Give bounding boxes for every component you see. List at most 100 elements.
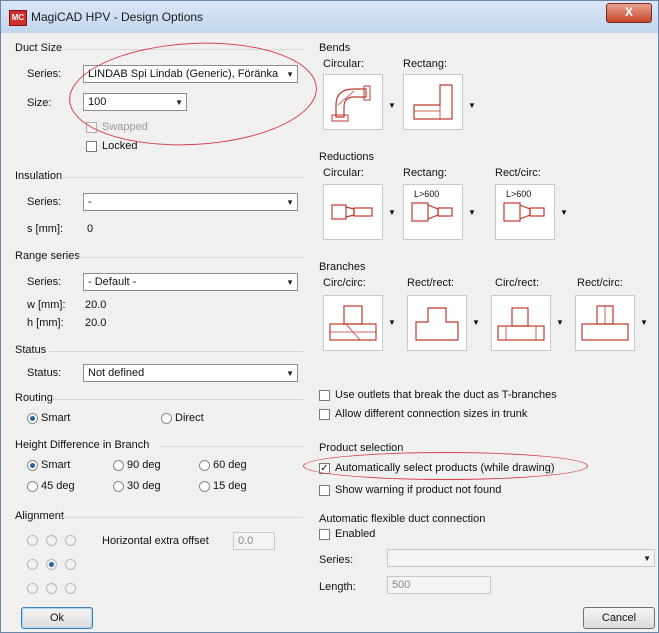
bend-rectang-button[interactable]	[403, 74, 463, 130]
chevron-down-icon[interactable]: ▼	[388, 101, 396, 110]
window-title: MagiCAD HPV - Design Options	[31, 10, 204, 24]
height-60-label: 60 deg	[213, 459, 247, 471]
annotation-oval	[303, 452, 588, 480]
height-90-radio[interactable]	[113, 460, 124, 471]
height-60-radio[interactable]	[199, 460, 210, 471]
locked-checkbox[interactable]	[86, 141, 97, 152]
insulation-series-label: Series:	[27, 196, 62, 208]
rect-bend-icon	[413, 84, 453, 120]
range-series-select[interactable]: - Default - ▼	[83, 273, 298, 291]
horizontal-offset-label: Horizontal extra offset	[102, 535, 209, 547]
allow-sizes-checkbox[interactable]	[319, 409, 330, 420]
align-top-right-radio[interactable]	[65, 535, 76, 546]
bends-rectang-label: Rectang:	[403, 58, 448, 70]
chevron-down-icon[interactable]: ▼	[472, 318, 480, 327]
reduction-rectang-button[interactable]: L>600	[403, 184, 463, 240]
flex-series-select[interactable]: ▼	[387, 549, 655, 567]
chevron-down-icon[interactable]: ▼	[556, 318, 564, 327]
range-series-heading: Range series	[15, 250, 80, 262]
routing-direct-radio[interactable]	[161, 413, 172, 424]
reduction-circular-button[interactable]	[323, 184, 383, 240]
duct-size-heading: Duct Size	[15, 42, 63, 54]
flex-enabled-checkbox[interactable]	[319, 529, 330, 540]
align-mid-left-radio[interactable]	[27, 559, 38, 570]
circular-bend-icon	[331, 85, 371, 122]
chevron-down-icon[interactable]: ▼	[560, 208, 568, 217]
range-h-label: h [mm]:	[27, 317, 64, 329]
bends-circular-label: Circular:	[323, 58, 364, 70]
range-h-value: 20.0	[85, 317, 107, 329]
insulation-heading: Insulation	[15, 170, 63, 182]
branch-circrect-button[interactable]	[491, 295, 551, 351]
chevron-down-icon: ▼	[643, 554, 651, 563]
show-warning-checkbox[interactable]	[319, 485, 330, 496]
title-bar: MC MagiCAD HPV - Design Options X	[1, 1, 658, 33]
height-45-radio[interactable]	[27, 481, 38, 492]
align-bottom-left-radio[interactable]	[27, 583, 38, 594]
flex-length-input[interactable]: 500	[387, 576, 491, 594]
align-bottom-center-radio[interactable]	[46, 583, 57, 594]
chevron-down-icon[interactable]: ▼	[468, 101, 476, 110]
height-30-radio[interactable]	[113, 481, 124, 492]
align-mid-center-radio[interactable]	[46, 559, 57, 570]
align-bottom-right-radio[interactable]	[65, 583, 76, 594]
height-smart-radio[interactable]	[27, 460, 38, 471]
duct-series-label: Series:	[27, 68, 62, 80]
routing-smart-radio[interactable]	[27, 413, 38, 424]
range-series-label: Series:	[27, 276, 62, 288]
reductions-circular-label: Circular:	[323, 167, 364, 179]
flex-heading: Automatic flexible duct connection	[319, 513, 486, 525]
insulation-s-value: 0	[87, 223, 94, 235]
cancel-button[interactable]: Cancel	[583, 607, 655, 629]
chevron-down-icon[interactable]: ▼	[468, 208, 476, 217]
reduction-rectcirc-button[interactable]: L>600	[495, 184, 555, 240]
align-mid-right-radio[interactable]	[65, 559, 76, 570]
reduction-rectcirc-tag: L>600	[506, 189, 532, 199]
chevron-down-icon: ▼	[286, 369, 294, 378]
outlets-checkbox[interactable]	[319, 390, 330, 401]
divider	[61, 177, 303, 178]
branch-rectrect-button[interactable]	[407, 295, 467, 351]
ok-button[interactable]: Ok	[21, 607, 93, 629]
insulation-s-label: s [mm]:	[27, 223, 64, 235]
range-series-value: - Default -	[88, 276, 137, 288]
divider	[53, 399, 303, 400]
flex-length-label: Length:	[319, 581, 356, 593]
branch-rectcirc-button[interactable]	[575, 295, 635, 351]
range-w-value: 20.0	[85, 299, 107, 311]
flex-enabled-label: Enabled	[335, 528, 376, 540]
align-top-center-radio[interactable]	[46, 535, 57, 546]
horizontal-offset-input[interactable]: 0.0	[233, 532, 275, 550]
height-45-label: 45 deg	[41, 480, 75, 492]
branches-rectrect-label: Rect/rect:	[407, 277, 455, 289]
divider	[161, 446, 303, 447]
routing-smart-label: Smart	[41, 412, 71, 424]
chevron-down-icon[interactable]: ▼	[640, 318, 648, 327]
insulation-series-value: -	[88, 196, 92, 208]
chevron-down-icon[interactable]: ▼	[388, 208, 396, 217]
annotation-oval	[66, 36, 320, 152]
reductions-rectcirc-label: Rect/circ:	[495, 167, 541, 179]
chevron-down-icon: ▼	[286, 198, 294, 207]
close-button[interactable]: X	[606, 3, 652, 23]
divider	[73, 257, 303, 258]
chevron-down-icon[interactable]: ▼	[388, 318, 396, 327]
flex-series-label: Series:	[319, 554, 354, 566]
circrect-branch-icon	[497, 307, 545, 341]
height-90-label: 90 deg	[127, 459, 161, 471]
height-15-radio[interactable]	[199, 481, 210, 492]
insulation-series-select[interactable]: - ▼	[83, 193, 298, 211]
bend-circular-button[interactable]	[323, 74, 383, 130]
height-30-label: 30 deg	[127, 480, 161, 492]
align-top-left-radio[interactable]	[27, 535, 38, 546]
branch-circcirc-button[interactable]	[323, 295, 383, 351]
allow-sizes-label: Allow different connection sizes in trun…	[335, 408, 528, 420]
status-select[interactable]: Not defined ▼	[83, 364, 298, 382]
locked-label: Locked	[102, 140, 138, 152]
range-w-label: w [mm]:	[27, 299, 66, 311]
design-options-dialog: MC MagiCAD HPV - Design Options X Duct S…	[0, 0, 659, 633]
routing-direct-label: Direct	[175, 412, 204, 424]
app-icon: MC	[9, 10, 27, 26]
branches-rectcirc-label: Rect/circ:	[577, 277, 623, 289]
status-heading: Status	[15, 344, 47, 356]
